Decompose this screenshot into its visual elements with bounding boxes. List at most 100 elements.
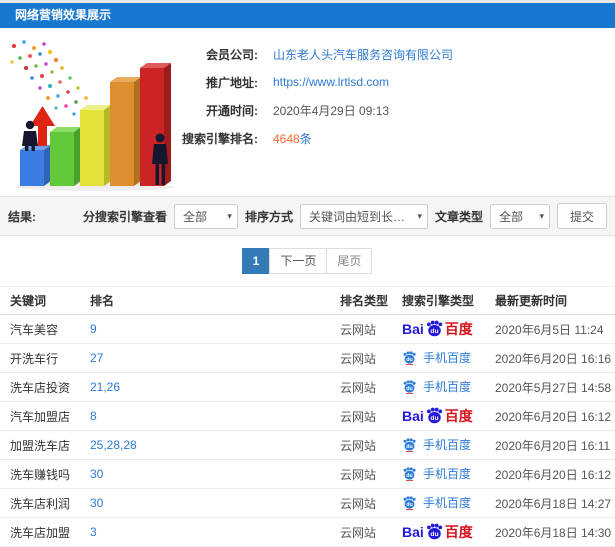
sort-order-select-label: 排序方式	[244, 209, 293, 224]
rank-link[interactable]: 3	[90, 525, 97, 539]
info-label: 会员公司:	[206, 47, 258, 62]
opening-time-value: 2020年4月29日 09:13	[273, 103, 390, 118]
rank-link[interactable]: 21,26	[90, 380, 120, 394]
svg-text:du: du	[430, 531, 438, 538]
engine-cell: du 手机百度	[402, 343, 495, 373]
info-row: 会员公司: 山东老人头汽车服务咨询有限公司	[182, 44, 615, 64]
column-header: 排名	[90, 286, 340, 315]
ranking-table: 关键词 排名 排名类型 搜索引擎类型 最新更新时间 汽车美容 9 云网站 Bai du 百度…	[0, 286, 615, 547]
engine-cell: Bai du 百度	[402, 314, 495, 344]
info-label: 搜索引擎排名:	[182, 131, 258, 146]
svg-text:du: du	[406, 473, 412, 479]
table-header-row: 关键词 排名 排名类型 搜索引擎类型 最新更新时间	[0, 286, 615, 315]
summary-section: 会员公司: 山东老人头汽车服务咨询有限公司 推广地址: https://www.lrt…	[0, 28, 615, 196]
submit-button[interactable]: 提交	[556, 203, 607, 229]
info-label: 推广地址:	[206, 75, 258, 90]
svg-text:du: du	[430, 415, 438, 422]
engine-cell: du 手机百度	[402, 372, 495, 402]
engine-cell: du 手机百度	[402, 488, 495, 518]
rank-type-cell: 云网站	[340, 372, 402, 402]
svg-text:du: du	[406, 386, 412, 392]
table-row: 汽车美容 9 云网站 Bai du 百度 2020年6月5日 11:24	[0, 314, 615, 344]
mobile-baidu-logo: du 手机百度	[402, 378, 471, 395]
engine-cell: Bai du 百度	[402, 517, 495, 547]
rank-cell: 9	[90, 314, 340, 344]
table-row: 汽车加盟店 8 云网站 Bai du 百度 2020年6月20日 16:12	[0, 401, 615, 431]
last-page-button[interactable]: 尾页	[326, 248, 373, 274]
info-row: 开通时间: 2020年4月29日 09:13	[182, 100, 615, 120]
keyword-cell: 汽车美容	[0, 314, 90, 344]
baidu-paw-icon: du	[403, 495, 416, 510]
table-row: 洗车店加盟 3 云网站 Bai du 百度 2020年6月18日 14:30	[0, 517, 615, 547]
bar-orange	[110, 77, 141, 186]
rank-link[interactable]: 8	[90, 409, 97, 423]
article-type-select-label: 文章类型	[434, 209, 483, 224]
rank-type-cell: 云网站	[340, 314, 402, 344]
rank-cell: 3	[90, 517, 340, 547]
rank-link[interactable]: 9	[90, 322, 97, 336]
keyword-cell: 洗车赚钱吗	[0, 459, 90, 489]
rank-link[interactable]: 30	[90, 496, 103, 510]
baidu-paw-icon: du	[426, 407, 443, 423]
table-row: 洗车赚钱吗 30 云网站 du 手机百度 2020年6月20日 16:12	[0, 459, 615, 489]
growth-chart-graphic	[10, 40, 175, 191]
mobile-baidu-logo: du 手机百度	[402, 349, 471, 366]
rank-type-cell: 云网站	[340, 343, 402, 373]
rank-type-cell: 云网站	[340, 430, 402, 460]
promotion-url-link[interactable]: https://www.lrtlsd.com	[273, 75, 389, 89]
chevron-down-icon: ▾	[539, 210, 544, 221]
info-label: 开通时间:	[206, 103, 258, 118]
mobile-baidu-logo: du 手机百度	[402, 465, 471, 482]
updated-time-cell: 2020年5月27日 14:58	[495, 372, 615, 402]
keyword-cell: 洗车店利润	[0, 488, 90, 518]
keyword-cell: 开洗车行	[0, 343, 90, 373]
page-title: 网络营销效果展示	[15, 8, 112, 22]
rank-link[interactable]: 30	[90, 467, 103, 481]
chevron-down-icon: ▾	[417, 210, 422, 221]
rank-cell: 30	[90, 488, 340, 518]
info-row: 搜索引擎排名: 4648条	[182, 128, 615, 148]
next-page-button[interactable]: 下一页	[269, 248, 328, 274]
chevron-down-icon: ▾	[227, 210, 232, 221]
filter-bar: 结果: 分搜索引擎查看 全部 ▾ 排序方式 关键词由短到长排序 ▾ 文章类型 全部 ▾ 提交	[0, 196, 615, 236]
result-label: 结果:	[8, 209, 36, 224]
rank-link[interactable]: 25,28,28	[90, 438, 137, 452]
baidu-paw-icon: du	[403, 437, 416, 452]
rank-type-cell: 云网站	[340, 517, 402, 547]
filter-controls: 分搜索引擎查看 全部 ▾ 排序方式 关键词由短到长排序 ▾ 文章类型 全部 ▾ 提交	[83, 203, 607, 229]
engine-cell: du 手机百度	[402, 459, 495, 489]
search-engine-rank-count: 4648条	[273, 131, 312, 146]
bar-green	[50, 127, 81, 186]
rank-cell: 21,26	[90, 372, 340, 402]
updated-time-cell: 2020年6月20日 16:16	[495, 343, 615, 373]
svg-text:du: du	[430, 328, 438, 335]
sort-order-select[interactable]: 关键词由短到长排序 ▾	[299, 203, 428, 229]
baidu-logo: Bai du 百度	[402, 522, 473, 543]
svg-text:du: du	[406, 357, 412, 363]
mobile-baidu-logo: du 手机百度	[402, 436, 471, 453]
mobile-baidu-logo: du 手机百度	[402, 494, 471, 511]
baidu-logo: Bai du 百度	[402, 319, 473, 340]
engine-filter-select[interactable]: 全部 ▾	[173, 203, 238, 229]
updated-time-cell: 2020年6月5日 11:24	[495, 314, 615, 344]
rank-link[interactable]: 27	[90, 351, 103, 365]
baidu-paw-icon: du	[426, 320, 443, 336]
pagination: 1 下一页 尾页	[0, 236, 615, 284]
article-type-select[interactable]: 全部 ▾	[489, 203, 550, 229]
updated-time-cell: 2020年6月18日 14:27	[495, 488, 615, 518]
bar-blue	[20, 145, 51, 186]
table-row: 开洗车行 27 云网站 du 手机百度 2020年6月20日 16:16	[0, 343, 615, 373]
updated-time-cell: 2020年6月20日 16:11	[495, 430, 615, 460]
page-1-button[interactable]: 1	[241, 248, 271, 274]
updated-time-cell: 2020年6月18日 14:30	[495, 517, 615, 547]
svg-text:du: du	[406, 444, 412, 450]
rank-type-cell: 云网站	[340, 488, 402, 518]
baidu-paw-icon: du	[403, 350, 416, 365]
baidu-paw-icon: du	[403, 379, 416, 394]
column-header: 关键词	[0, 286, 90, 315]
rank-type-cell: 云网站	[340, 401, 402, 431]
bar-yellow	[80, 105, 111, 186]
table-row: 洗车店利润 30 云网站 du 手机百度 2020年6月18日 14:27	[0, 488, 615, 518]
member-company-link[interactable]: 山东老人头汽车服务咨询有限公司	[273, 46, 453, 63]
bar-chart-illustration	[0, 34, 182, 192]
